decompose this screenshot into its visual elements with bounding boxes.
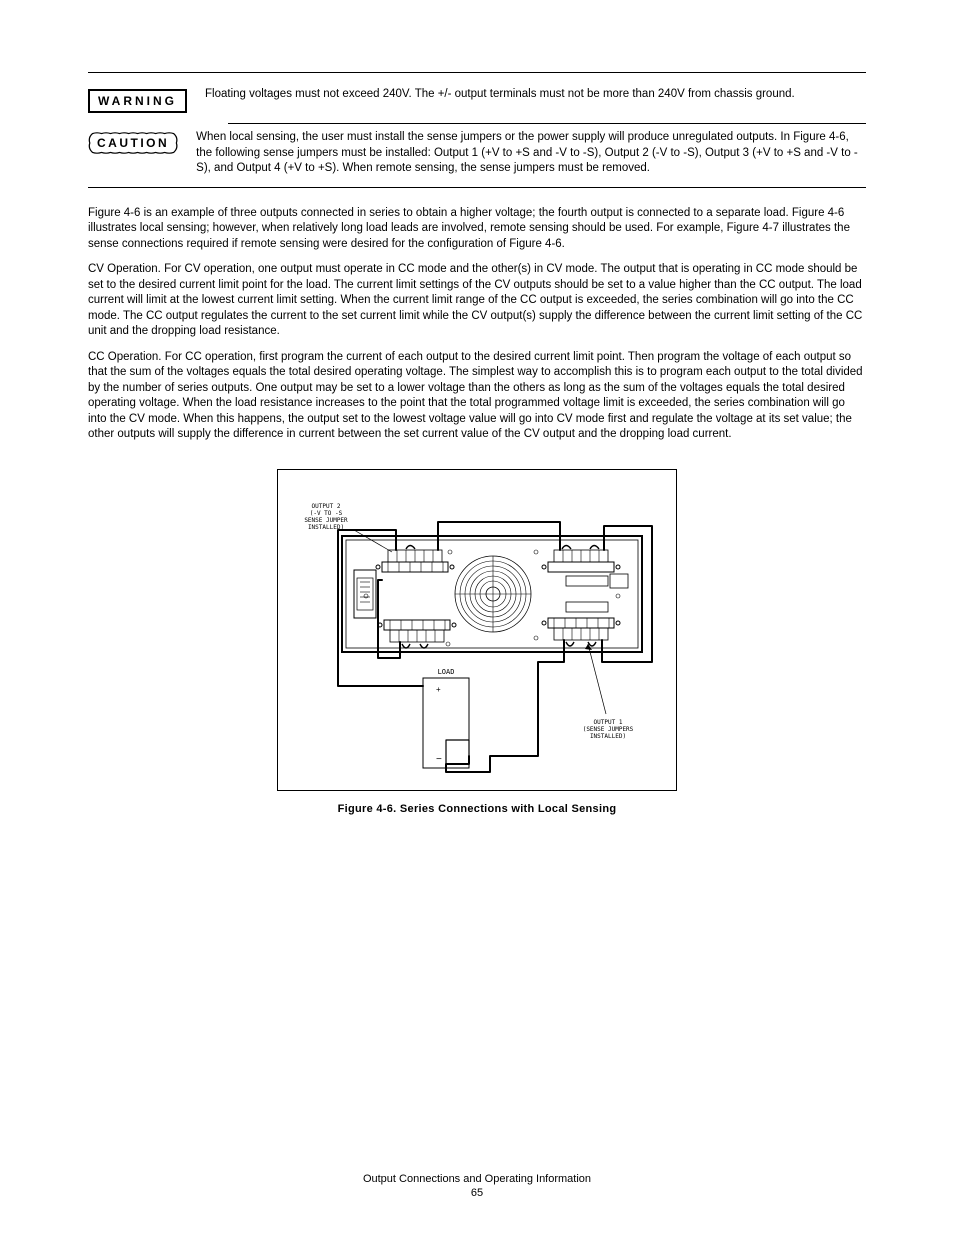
terminal-block-output1 [542,618,620,646]
svg-text:+: + [436,685,441,694]
warning-row: WARNING Floating voltages must not excee… [88,87,866,113]
caution-badge: CAUTION [88,132,178,154]
paragraph-intro: Figure 4-6 is an example of three output… [88,206,866,253]
terminal-block-out3 [542,545,620,572]
svg-text:−: − [436,754,442,765]
label-output2-c: SENSE JUMPER [304,517,348,524]
paragraph-cc: CC Operation. For CC operation, first pr… [88,350,866,443]
warning-label: WARNING [88,89,187,113]
paragraph-cv: CV Operation. For CV operation, one outp… [88,262,866,340]
rule-bottom [88,187,866,188]
figure: LOAD + − [277,469,677,815]
footer: Output Connections and Operating Informa… [0,1173,954,1199]
diagram-svg: LOAD + − [288,480,664,780]
rule-top [88,72,866,73]
label-output2-d: INSTALLED) [308,524,344,531]
caution-label: CAUTION [97,136,169,150]
warning-text: Floating voltages must not exceed 240V. … [205,87,866,103]
label-output2-b: (-V TO -S [310,510,343,517]
label-output1-b: (SENSE JUMPERS [583,726,634,733]
footer-page: 65 [0,1187,954,1199]
caution-text: When local sensing, the user must instal… [196,130,866,177]
label-output1-c: INSTALLED) [590,733,626,740]
figure-caption: Figure 4-6. Series Connections with Loca… [277,803,677,815]
footer-section: Output Connections and Operating Informa… [0,1173,954,1185]
figure-border: LOAD + − [277,469,677,791]
body-text: Figure 4-6 is an example of three output… [88,206,866,443]
label-output2-a: OUTPUT 2 [312,503,341,510]
label-load: LOAD [438,668,455,676]
terminal-block-out4 [378,620,456,648]
label-output1-a: OUTPUT 1 [594,719,623,726]
rule-mid-short [228,123,866,124]
warning-badge: WARNING [88,89,187,113]
caution-row: CAUTION When local sensing, the user mus… [88,130,866,177]
